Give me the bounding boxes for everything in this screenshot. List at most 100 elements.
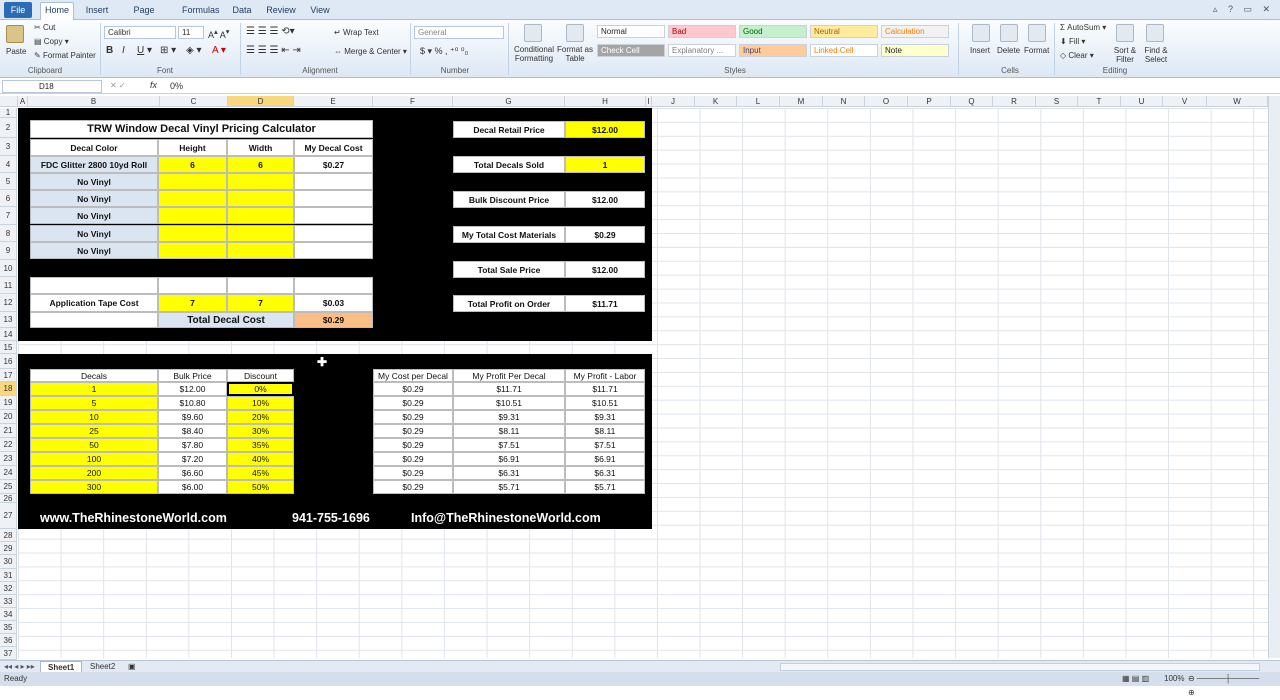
dimension-input[interactable]	[227, 190, 294, 207]
row-header-15[interactable]: 15	[0, 341, 17, 354]
row-header-5[interactable]: 5	[0, 173, 17, 190]
row-header-18[interactable]: 18	[0, 382, 17, 396]
row-header-23[interactable]: 23	[0, 452, 17, 466]
new-sheet-icon[interactable]: ▣	[128, 662, 136, 671]
insert-function-icon[interactable]: fx	[150, 80, 157, 90]
row-header-25[interactable]: 25	[0, 480, 17, 494]
column-header-t[interactable]: T	[1078, 96, 1121, 107]
discount-cell[interactable]: 45%	[227, 466, 294, 480]
italic-button[interactable]: I	[122, 45, 125, 56]
decal-qty-cell[interactable]: 5	[30, 396, 158, 410]
horizontal-scrollbar[interactable]	[780, 663, 1260, 671]
formula-cancel-icon[interactable]: ✕ ✓	[110, 81, 126, 90]
discount-cell[interactable]: 40%	[227, 452, 294, 466]
discount-cell[interactable]: 30%	[227, 424, 294, 438]
insert-cells-icon[interactable]	[972, 24, 990, 42]
insert-cells-button[interactable]: Insert	[970, 46, 990, 55]
dimension-input[interactable]	[227, 225, 294, 242]
fill-color-icon[interactable]: ◈ ▾	[186, 45, 202, 56]
column-header-u[interactable]: U	[1121, 96, 1163, 107]
underline-button[interactable]: U ▾	[137, 45, 152, 56]
row-header-37[interactable]: 37	[0, 647, 17, 660]
column-header-w[interactable]: W	[1207, 96, 1268, 107]
dimension-input[interactable]	[158, 242, 227, 259]
column-header-q[interactable]: Q	[951, 96, 993, 107]
column-header-h[interactable]: H	[565, 96, 646, 107]
vertical-scrollbar[interactable]	[1268, 96, 1280, 658]
dimension-input[interactable]	[158, 190, 227, 207]
conditional-formatting-button[interactable]: Conditional Formatting	[510, 45, 558, 63]
row-header-31[interactable]: 31	[0, 569, 17, 582]
sort-filter-icon[interactable]	[1116, 24, 1134, 42]
row-header-22[interactable]: 22	[0, 438, 17, 452]
row-header-24[interactable]: 24	[0, 466, 17, 480]
decal-qty-cell[interactable]: 10	[30, 410, 158, 424]
column-header-k[interactable]: K	[695, 96, 737, 107]
row-header-36[interactable]: 36	[0, 634, 17, 647]
paste-button[interactable]: Paste	[6, 47, 26, 56]
dimension-input[interactable]: 6	[158, 156, 227, 173]
tab-insert[interactable]: Insert	[84, 3, 110, 19]
dimension-input[interactable]	[158, 173, 227, 190]
column-header-e[interactable]: E	[294, 96, 373, 107]
dimension-input[interactable]	[158, 225, 227, 242]
discount-cell[interactable]: 35%	[227, 438, 294, 452]
paste-icon[interactable]	[6, 25, 24, 43]
app-tape-input[interactable]: 7	[227, 294, 294, 312]
view-buttons-icon[interactable]: ▦ ▤ ▥	[1122, 672, 1149, 686]
row-header-13[interactable]: 13	[0, 312, 17, 328]
font-color-icon[interactable]: A ▾	[212, 45, 226, 56]
column-header-g[interactable]: G	[453, 96, 565, 107]
row-header-29[interactable]: 29	[0, 542, 17, 555]
wrap-text-button[interactable]: ↵ Wrap Text	[334, 28, 379, 37]
column-header-l[interactable]: L	[737, 96, 780, 107]
cell-style-5[interactable]: Check Cell	[597, 44, 665, 57]
format-cells-icon[interactable]	[1028, 24, 1046, 42]
decal-qty-cell[interactable]: 300	[30, 480, 158, 494]
dimension-input[interactable]	[227, 173, 294, 190]
row-header-28[interactable]: 28	[0, 529, 17, 542]
row-header-21[interactable]: 21	[0, 424, 17, 438]
format-as-table-icon[interactable]	[566, 24, 584, 42]
discount-cell[interactable]: 20%	[227, 410, 294, 424]
cell-style-7[interactable]: Input	[739, 44, 807, 57]
font-grow-icon[interactable]: A▴ A▾	[208, 27, 230, 40]
column-header-a[interactable]: A	[18, 96, 28, 107]
row-header-7[interactable]: 7	[0, 207, 17, 225]
discount-cell[interactable]: 10%	[227, 396, 294, 410]
decal-qty-cell[interactable]: 50	[30, 438, 158, 452]
format-as-table-button[interactable]: Format as Table	[556, 45, 594, 63]
row-header-27[interactable]: 27	[0, 503, 17, 529]
sheet-nav-arrows-icon[interactable]: ◂◂ ◂ ▸ ▸▸	[4, 662, 35, 671]
cell-style-8[interactable]: Linked Cell	[810, 44, 878, 57]
font-size-select[interactable]: 11	[178, 26, 204, 39]
row-header-34[interactable]: 34	[0, 608, 17, 621]
row-header-35[interactable]: 35	[0, 621, 17, 634]
row-header-30[interactable]: 30	[0, 555, 17, 569]
tab-page-layout[interactable]: Page Layout	[120, 3, 168, 29]
discount-cell[interactable]: 0%	[227, 382, 294, 396]
row-header-16[interactable]: 16	[0, 354, 17, 369]
number-format-select[interactable]: General	[414, 26, 504, 39]
row-header-20[interactable]: 20	[0, 410, 17, 424]
column-header-c[interactable]: C	[160, 96, 228, 107]
cut-button[interactable]: ✂ Cut	[34, 23, 55, 32]
row-header-12[interactable]: 12	[0, 294, 17, 312]
cell-style-9[interactable]: Note	[881, 44, 949, 57]
column-header-j[interactable]: J	[652, 96, 695, 107]
cell-style-6[interactable]: Explanatory ...	[668, 44, 736, 57]
column-header-m[interactable]: M	[780, 96, 823, 107]
column-header-b[interactable]: B	[28, 96, 160, 107]
window-controls[interactable]: ▵ ? ▭ ✕	[1213, 4, 1274, 15]
tab-formulas[interactable]: Formulas	[182, 3, 220, 19]
decal-qty-cell[interactable]: 200	[30, 466, 158, 480]
row-header-11[interactable]: 11	[0, 277, 17, 294]
row-header-8[interactable]: 8	[0, 225, 17, 242]
zoom-slider[interactable]: ⊖ ─────┼───── ⊕	[1188, 672, 1268, 700]
borders-icon[interactable]: ⊞ ▾	[160, 45, 176, 56]
summary-value[interactable]: $12.00	[565, 121, 645, 138]
dimension-input[interactable]	[227, 242, 294, 259]
row-header-3[interactable]: 3	[0, 138, 17, 156]
discount-cell[interactable]: 50%	[227, 480, 294, 494]
name-box[interactable]: D18	[2, 80, 102, 93]
